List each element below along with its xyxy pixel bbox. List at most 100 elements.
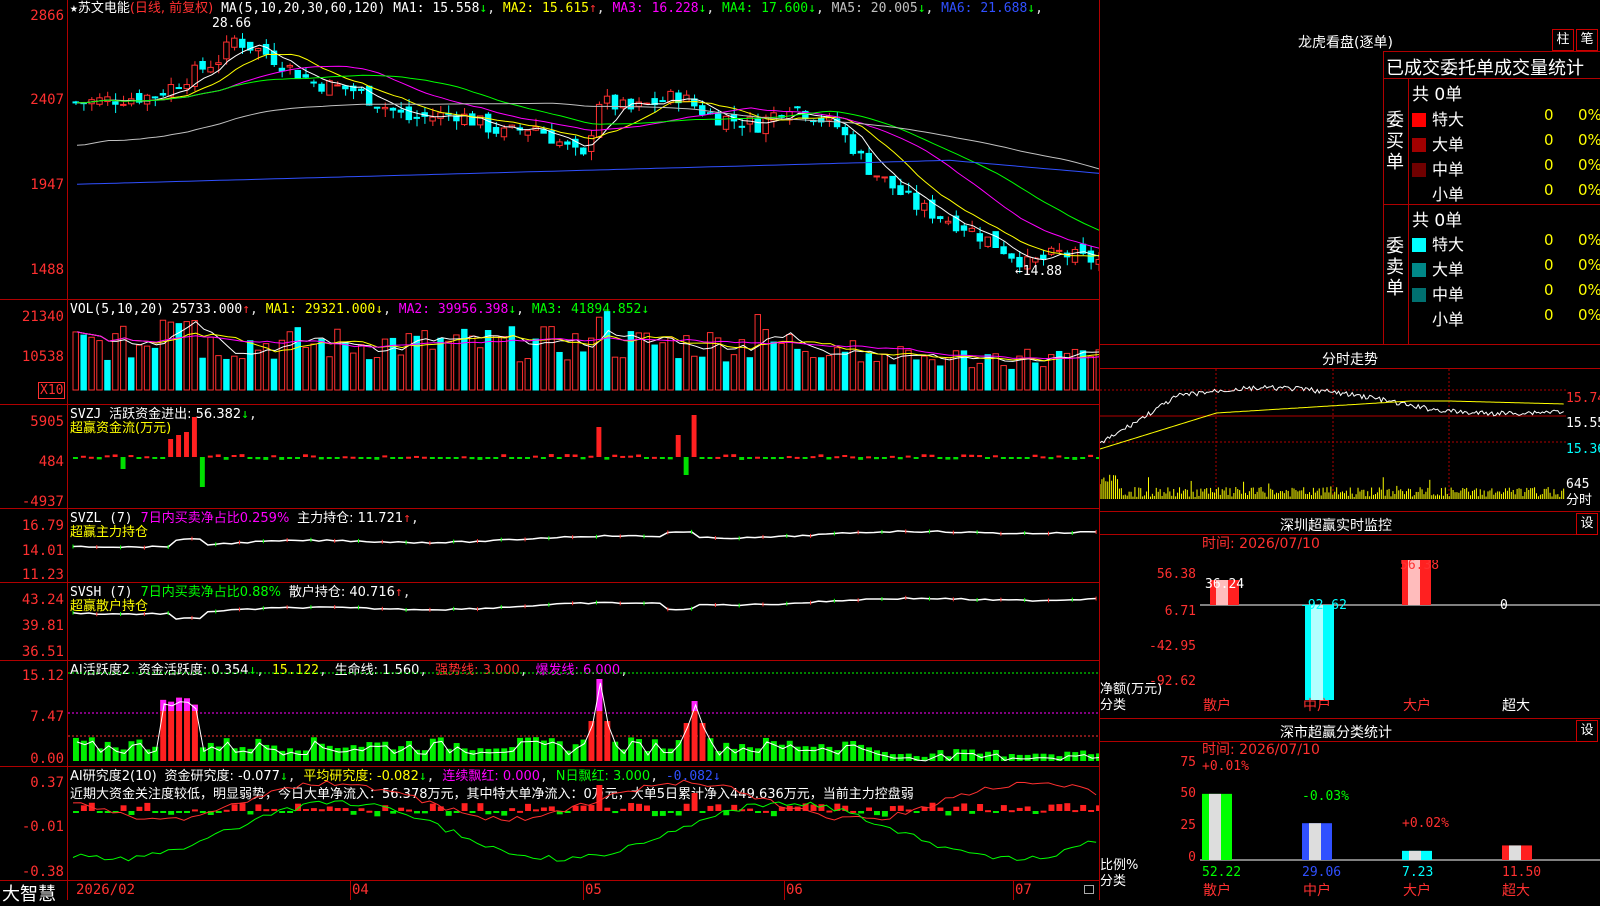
flow-bar	[818, 454, 824, 457]
activity-bar-top	[168, 701, 175, 711]
order-row: 特大	[1412, 106, 1464, 130]
candle-up	[921, 202, 928, 211]
color-swatch	[1412, 288, 1426, 302]
candle-up	[231, 37, 238, 48]
research-bar	[866, 807, 873, 811]
research-bar	[342, 808, 349, 811]
stat-settings-button[interactable]: 设	[1576, 720, 1598, 742]
activity-bar	[651, 739, 658, 761]
intraday-price: 15.36	[1566, 442, 1600, 457]
activity-bar	[295, 750, 301, 761]
research-bar	[509, 808, 516, 811]
activity-bar	[485, 748, 492, 761]
volume-bar	[889, 364, 896, 391]
svsh-chart	[72, 595, 1097, 620]
stat-y: 50	[1180, 786, 1196, 801]
activity-bar	[406, 740, 413, 761]
flow-bar	[747, 457, 753, 459]
flow-bar	[1008, 457, 1014, 459]
volume-bar	[128, 357, 135, 391]
research-bar	[1088, 809, 1095, 812]
candle-up	[120, 103, 127, 106]
candle-up	[207, 66, 214, 73]
order-size-label: 中单	[1432, 285, 1465, 304]
candle-down	[310, 81, 317, 84]
flow-bar	[239, 454, 245, 457]
lock-icon[interactable]	[1084, 885, 1094, 894]
research-bar	[326, 806, 333, 811]
candle-up	[635, 101, 643, 107]
flow-bar	[112, 454, 118, 457]
volume-bar	[1095, 349, 1099, 391]
flow-bar	[477, 457, 483, 460]
volume-bar	[556, 351, 563, 391]
y-tick: 14.01	[21, 543, 64, 559]
research-bar	[961, 803, 968, 811]
candle-down	[849, 134, 857, 154]
candle-down	[278, 67, 286, 72]
order-size-label: 大单	[1432, 260, 1465, 279]
flow-bar	[279, 457, 285, 460]
tick-mode-button[interactable]: 笔	[1576, 29, 1598, 51]
volume-bar	[936, 365, 944, 391]
activity-bar-top	[176, 697, 183, 711]
flow-bar	[588, 455, 594, 458]
y-tick: 2407	[30, 92, 64, 108]
divider	[1383, 51, 1384, 344]
candle-down	[580, 147, 587, 155]
flow-bar	[1096, 457, 1099, 459]
candle-down	[1087, 250, 1095, 263]
flow-bar	[406, 456, 412, 459]
research-bar	[231, 804, 238, 811]
category: 散户	[1203, 698, 1231, 714]
tick	[350, 880, 351, 900]
net-value: 0	[1500, 598, 1508, 613]
divider	[1384, 78, 1600, 79]
candle-down	[389, 107, 397, 111]
activity-bar	[128, 741, 135, 761]
candle-down	[865, 152, 873, 175]
volume-bar	[350, 352, 357, 391]
lhb-title: 龙虎看盘(逐单)	[1298, 35, 1393, 51]
candle-up	[429, 116, 436, 122]
candle-down	[175, 87, 183, 90]
flow-bar	[509, 457, 515, 459]
order-size-label: 小单	[1432, 185, 1465, 204]
activity-bar	[73, 737, 79, 761]
activity-bar	[501, 748, 508, 761]
activity-bar	[612, 741, 619, 761]
candle-down	[936, 216, 944, 220]
research-bar	[406, 809, 413, 812]
order-pct: 0%	[1578, 231, 1600, 249]
column-mode-button[interactable]: 柱	[1552, 29, 1574, 51]
activity-bar	[762, 737, 769, 761]
intraday-chart[interactable]	[1100, 369, 1566, 509]
research-bar	[850, 810, 857, 813]
research-bar	[715, 804, 722, 811]
activity-bar	[707, 738, 714, 761]
vol-unit-badge[interactable]: X10	[38, 382, 66, 399]
volume-bar	[215, 355, 222, 391]
volume-bar	[849, 340, 857, 391]
activity-bar	[945, 756, 952, 761]
volume-bar	[706, 332, 714, 391]
ratio-bar-shine	[1209, 793, 1221, 860]
research-bar	[683, 803, 690, 811]
volume-bar	[167, 321, 175, 391]
order-pct: 0%	[1578, 106, 1600, 124]
intraday-price: 15.55	[1566, 416, 1600, 431]
flow-bar	[628, 455, 634, 458]
monitor-settings-button[interactable]: 设	[1576, 513, 1598, 535]
flow-bar	[334, 457, 340, 459]
net-value: 36.24	[1205, 577, 1244, 592]
volume-bar	[120, 325, 127, 391]
candlestick-chart[interactable]	[68, 0, 1099, 298]
candle-up	[326, 80, 333, 96]
volume-bar	[96, 340, 103, 391]
divider	[1100, 344, 1600, 345]
flow-bar	[889, 455, 895, 458]
category: 散户	[1203, 883, 1231, 899]
flow-bar	[580, 457, 586, 460]
y-tick: -0.38	[21, 864, 64, 880]
flow-bar	[1080, 457, 1086, 459]
